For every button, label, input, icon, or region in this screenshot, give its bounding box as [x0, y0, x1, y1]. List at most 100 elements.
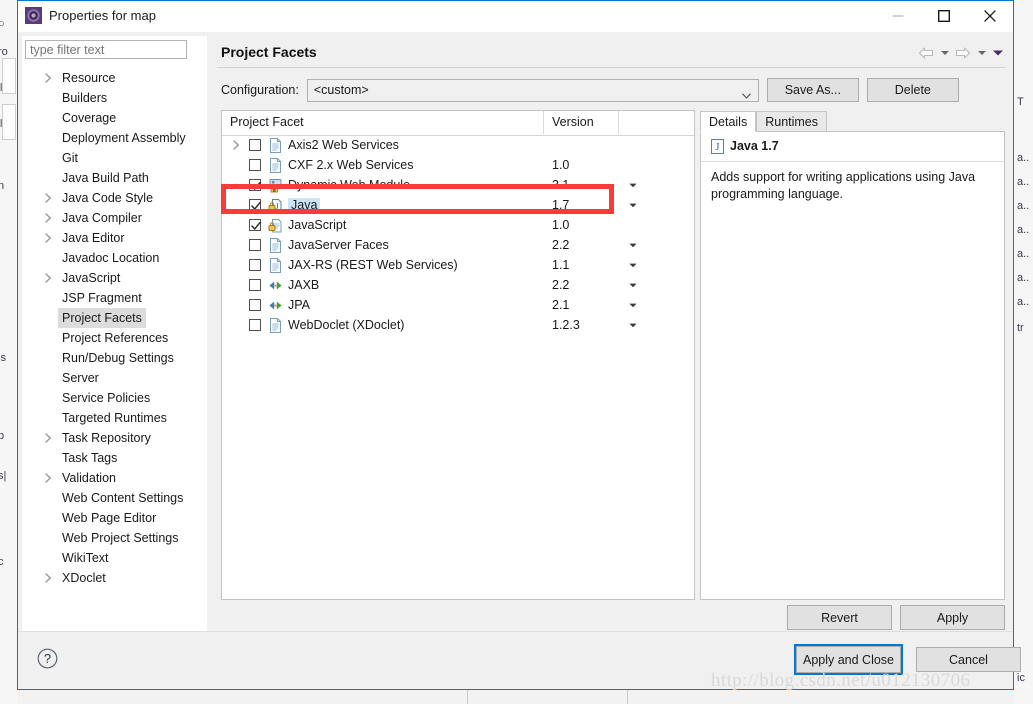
tab-details[interactable]: Details	[700, 111, 757, 132]
facet-row[interactable]: CXF 2.x Web Services 1.0	[222, 155, 694, 175]
background-text-fragment: a..	[1017, 272, 1030, 284]
minimize-button[interactable]	[875, 1, 921, 31]
facet-row[interactable]: JavaServer Faces 2.2	[222, 235, 694, 255]
sidebar-item-xdoclet[interactable]: XDoclet	[22, 568, 207, 588]
delete-button[interactable]: Delete	[866, 78, 959, 102]
apply-button[interactable]: Apply	[900, 605, 1005, 630]
version-dropdown-icon[interactable]	[626, 195, 640, 215]
chevron-right-icon[interactable]	[44, 468, 55, 488]
sidebar-item-label: Java Compiler	[62, 211, 142, 225]
version-dropdown-icon[interactable]	[626, 175, 640, 195]
eclipse-properties-icon	[25, 7, 42, 24]
forward-arrow-icon[interactable]	[953, 43, 973, 63]
sidebar-item-task-tags[interactable]: Task Tags	[22, 448, 207, 468]
sidebar-item-javascript[interactable]: JavaScript	[22, 268, 207, 288]
sidebar-item-label: Deployment Assembly	[62, 131, 186, 145]
chevron-right-icon[interactable]	[44, 268, 55, 288]
back-history-chevron-down-icon[interactable]	[938, 43, 951, 63]
apply-and-close-button[interactable]: Apply and Close	[794, 644, 903, 675]
sidebar-item-javadoc-location[interactable]: Javadoc Location	[22, 248, 207, 268]
facet-checkbox[interactable]	[249, 199, 261, 211]
column-header-project-facet[interactable]: Project Facet	[222, 111, 544, 134]
facet-name: Axis2 Web Services	[288, 135, 399, 155]
facet-checkbox[interactable]	[249, 159, 261, 171]
details-description: Adds support for writing applications us…	[711, 170, 976, 201]
version-dropdown-icon[interactable]	[626, 315, 640, 335]
sidebar-item-coverage[interactable]: Coverage	[22, 108, 207, 128]
sidebar-item-java-code-style[interactable]: Java Code Style	[22, 188, 207, 208]
sidebar-item-java-editor[interactable]: Java Editor	[22, 228, 207, 248]
facet-row[interactable]: JavaScript 1.0	[222, 215, 694, 235]
sidebar-item-java-build-path[interactable]: Java Build Path	[22, 168, 207, 188]
sidebar-item-web-page-editor[interactable]: Web Page Editor	[22, 508, 207, 528]
chevron-right-icon[interactable]	[44, 228, 55, 248]
settings-tree[interactable]: Resource Builders Coverage Deployment Assem…	[22, 68, 207, 632]
facet-row[interactable]: WebDoclet (XDoclet) 1.2.3	[222, 315, 694, 335]
facet-name: JavaScript	[288, 215, 346, 235]
facet-row[interactable]: JAX-RS (REST Web Services) 1.1	[222, 255, 694, 275]
sidebar-item-resource[interactable]: Resource	[22, 68, 207, 88]
cancel-button[interactable]: Cancel	[916, 647, 1021, 672]
sidebar-item-java-compiler[interactable]: Java Compiler	[22, 208, 207, 228]
version-dropdown-icon[interactable]	[626, 235, 640, 255]
sidebar-item-validation[interactable]: Validation	[22, 468, 207, 488]
help-icon[interactable]: ?	[37, 648, 58, 669]
facet-checkbox[interactable]	[249, 139, 261, 151]
sidebar-item-builders[interactable]: Builders	[22, 88, 207, 108]
sidebar-item-task-repository[interactable]: Task Repository	[22, 428, 207, 448]
facet-checkbox[interactable]	[249, 319, 261, 331]
tab-runtimes[interactable]: Runtimes	[756, 111, 828, 132]
sidebar-item-project-facets[interactable]: Project Facets	[22, 308, 207, 328]
facet-checkbox[interactable]	[249, 299, 261, 311]
sidebar-item-wikitext[interactable]: WikiText	[22, 548, 207, 568]
sidebar-item-server[interactable]: Server	[22, 368, 207, 388]
column-header-extra[interactable]	[619, 111, 694, 134]
filter-input[interactable]	[25, 40, 187, 59]
chevron-right-icon[interactable]	[232, 135, 243, 155]
sidebar-item-jsp-fragment[interactable]: JSP Fragment	[22, 288, 207, 308]
chevron-right-icon[interactable]	[44, 428, 55, 448]
sidebar-item-label: Java Editor	[62, 231, 125, 245]
column-header-version[interactable]: Version	[544, 111, 619, 134]
save-as-button[interactable]: Save As...	[766, 78, 859, 102]
chevron-right-icon[interactable]	[44, 568, 55, 588]
chevron-right-icon[interactable]	[44, 188, 55, 208]
project-facets-table[interactable]: Project Facet Version Axis2 Web Services…	[221, 110, 695, 600]
back-arrow-icon[interactable]	[916, 43, 936, 63]
facet-row[interactable]: JAXB 2.2	[222, 275, 694, 295]
sidebar-item-deployment-assembly[interactable]: Deployment Assembly	[22, 128, 207, 148]
sidebar-item-service-policies[interactable]: Service Policies	[22, 388, 207, 408]
facet-row[interactable]: Dynamic Web Module 3.1	[222, 175, 694, 195]
configuration-select[interactable]: <custom>	[306, 78, 759, 102]
sidebar-item-web-content-settings[interactable]: Web Content Settings	[22, 488, 207, 508]
sidebar-item-git[interactable]: Git	[22, 148, 207, 168]
close-button[interactable]	[967, 1, 1013, 31]
sidebar-item-label: Task Repository	[62, 431, 151, 445]
background-text-fragment: s|	[0, 470, 7, 482]
facet-checkbox[interactable]	[249, 219, 261, 231]
forward-history-chevron-down-icon[interactable]	[975, 43, 988, 63]
sidebar-item-targeted-runtimes[interactable]: Targeted Runtimes	[22, 408, 207, 428]
chevron-right-icon[interactable]	[44, 68, 55, 88]
version-dropdown-icon[interactable]	[626, 295, 640, 315]
version-dropdown-icon[interactable]	[626, 275, 640, 295]
chevron-right-icon[interactable]	[44, 208, 55, 228]
maximize-button[interactable]	[921, 1, 967, 31]
version-dropdown-icon[interactable]	[626, 255, 640, 275]
facet-checkbox[interactable]	[249, 179, 261, 191]
facet-version: 3.1	[552, 178, 570, 192]
revert-button[interactable]: Revert	[787, 605, 892, 630]
facet-checkbox[interactable]	[249, 239, 261, 251]
facet-checkbox[interactable]	[249, 259, 261, 271]
facet-checkbox[interactable]	[249, 279, 261, 291]
sidebar-item-project-references[interactable]: Project References	[22, 328, 207, 348]
facet-row[interactable]: Axis2 Web Services	[222, 135, 694, 155]
sidebar-item-run-debug-settings[interactable]: Run/Debug Settings	[22, 348, 207, 368]
sidebar-item-label: JavaScript	[62, 271, 121, 285]
panel-splitter[interactable]	[207, 36, 211, 632]
facet-row[interactable]: JPA 2.1	[222, 295, 694, 315]
sidebar-item-web-project-settings[interactable]: Web Project Settings	[22, 528, 207, 548]
view-menu-icon[interactable]	[990, 43, 1005, 63]
page-navigation-toolbar	[916, 43, 1005, 63]
facet-row[interactable]: J Java 1.7	[222, 195, 694, 215]
